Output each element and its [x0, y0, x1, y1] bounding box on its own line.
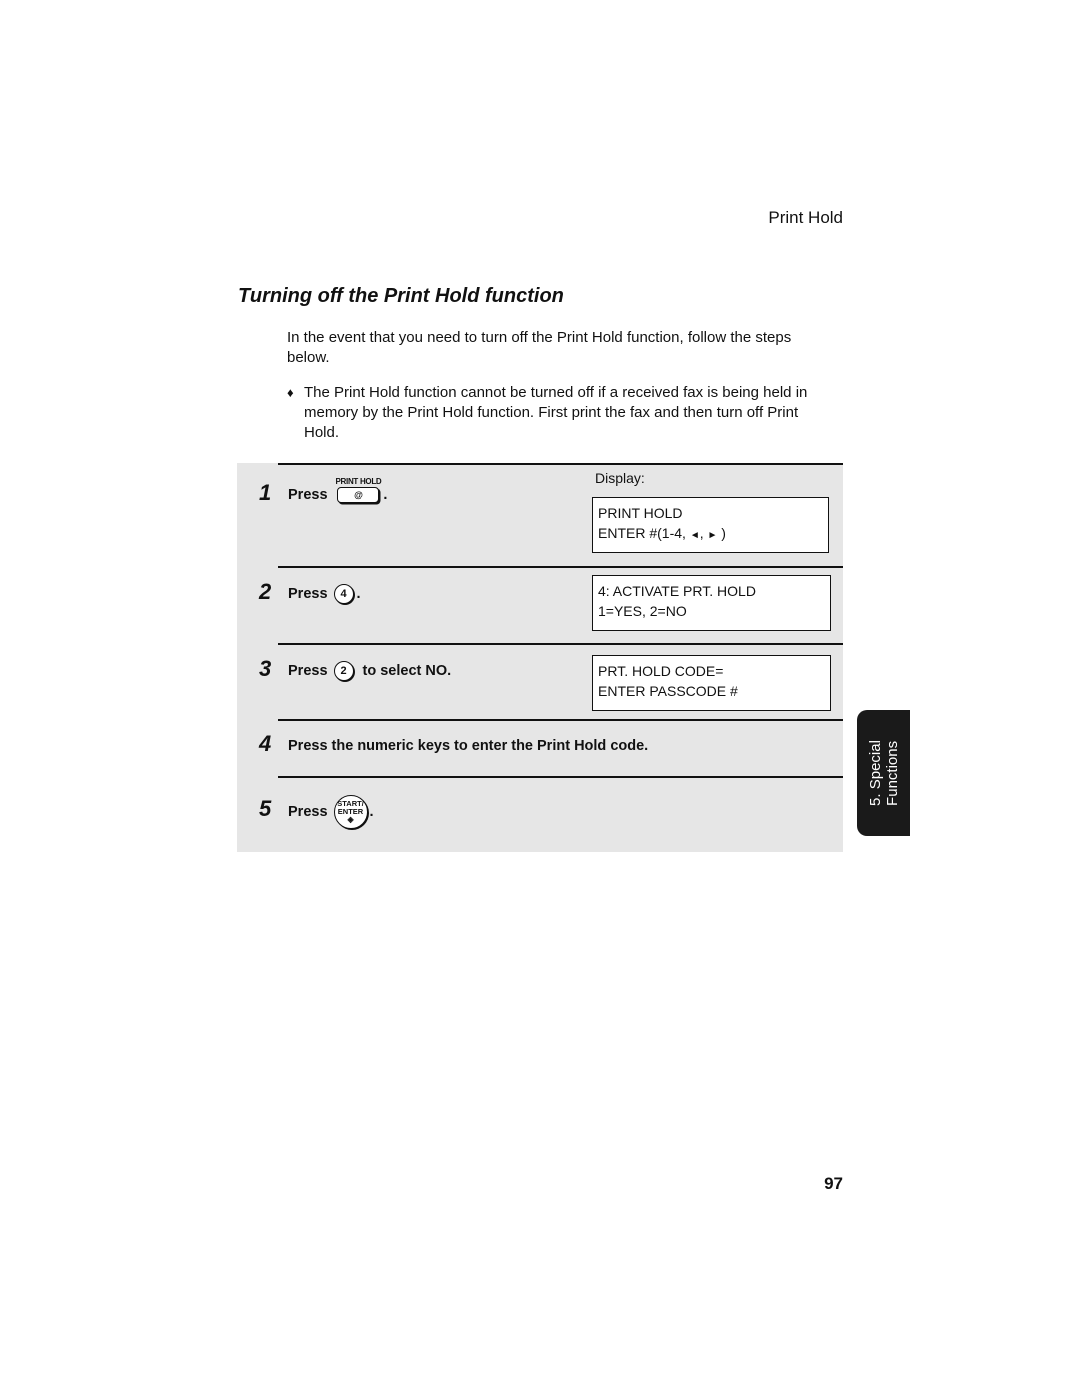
lcd-display: PRINT HOLD ENTER #(1-4, ◄, ► ) [592, 497, 829, 553]
step-suffix: to select NO. [362, 663, 452, 679]
step-number: 2 [259, 579, 272, 604]
press-label: Press [288, 663, 328, 679]
key-body: @ [337, 487, 380, 503]
start-icon: ◈ [347, 815, 354, 824]
lcd-line: ENTER #(1-4, ◄, ► ) [598, 523, 828, 546]
step-instruction: Press START/ ENTER ◈ . [288, 795, 374, 829]
print-hold-key[interactable]: PRINT HOLD @ [336, 477, 382, 503]
divider [278, 643, 843, 645]
steps-panel: 1 Press PRINT HOLD @ . Display: PRINT HO… [237, 463, 843, 852]
divider [278, 463, 843, 465]
step-number: 4 [259, 731, 272, 756]
running-head: Print Hold [768, 208, 843, 227]
diamond-bullet-icon: ♦ [287, 385, 294, 400]
press-label: Press [288, 586, 328, 602]
divider [278, 776, 843, 778]
step-number: 1 [259, 480, 272, 505]
display-label: Display: [595, 470, 645, 486]
press-label: Press [288, 804, 328, 820]
step-instruction: Press the numeric keys to enter the Prin… [288, 738, 649, 754]
page-number: 97 [824, 1174, 843, 1193]
step-instruction: Press PRINT HOLD @ . [288, 477, 388, 503]
lcd-line: PRINT HOLD [598, 505, 683, 521]
period: . [356, 586, 361, 602]
step-number: 5 [259, 796, 272, 821]
start-enter-key[interactable]: START/ ENTER ◈ [333, 795, 368, 829]
intro-paragraph: In the event that you need to turn off t… [287, 329, 792, 366]
step-number: 3 [259, 656, 272, 681]
step-instruction: Press 4 . [288, 584, 361, 604]
chapter-tab-line: 5. Special [866, 740, 884, 806]
lcd-text: ) [721, 525, 726, 541]
left-arrow-icon: ◄ [689, 530, 700, 541]
lcd-line: PRT. HOLD CODE= [598, 663, 724, 679]
lcd-line: 1=YES, 2=NO [598, 603, 687, 619]
divider [278, 566, 843, 568]
key-2-button[interactable]: 2 [333, 661, 354, 681]
period: . [369, 804, 374, 820]
press-label: Press [288, 487, 328, 503]
key-label: PRINT HOLD [335, 477, 382, 486]
lcd-text: , [699, 525, 704, 541]
step-instruction: Press 2 to select NO. [288, 661, 451, 681]
lcd-line: 4: ACTIVATE PRT. HOLD [598, 583, 756, 599]
lcd-line: ENTER PASSCODE # [598, 683, 738, 699]
chapter-tab-line: Functions [883, 740, 901, 806]
lcd-text: ENTER #(1-4, [598, 525, 686, 541]
lcd-display: PRT. HOLD CODE= ENTER PASSCODE # [592, 655, 831, 711]
lcd-display: 4: ACTIVATE PRT. HOLD 1=YES, 2=NO [592, 575, 831, 631]
key-4-button[interactable]: 4 [333, 584, 354, 604]
period: . [383, 487, 388, 503]
right-arrow-icon: ► [707, 530, 718, 541]
divider [278, 719, 843, 721]
section-title: Turning off the Print Hold function [238, 285, 564, 307]
chapter-tab: 5. Special Functions [857, 710, 910, 836]
at-icon: @ [354, 490, 363, 500]
chapter-tab-text: 5. Special Functions [867, 740, 901, 806]
note-text: The Print Hold function cannot be turned… [304, 384, 808, 441]
note: ♦ The Print Hold function cannot be turn… [287, 383, 832, 443]
